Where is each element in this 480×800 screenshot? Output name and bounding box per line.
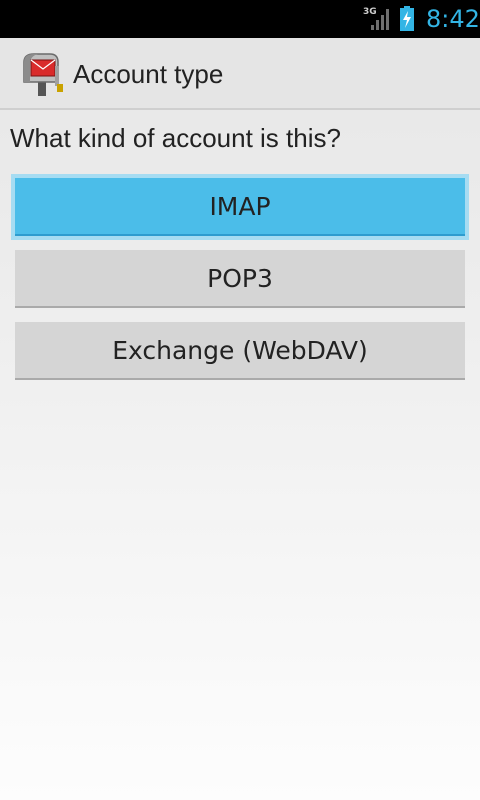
screen-title: Account type	[73, 59, 224, 89]
pop3-button[interactable]: POP3	[15, 250, 465, 308]
imap-button[interactable]: IMAP	[15, 178, 465, 236]
clock: 8:42	[426, 5, 480, 33]
exchange-webdav-button[interactable]: Exchange (WebDAV)	[15, 322, 465, 380]
signal-icon	[371, 9, 389, 30]
app-icon[interactable]	[16, 48, 66, 98]
action-bar: Account type	[0, 38, 480, 110]
status-bar: 3G 8:42	[0, 0, 480, 38]
battery-charging-icon	[400, 6, 414, 31]
question-prompt: What kind of account is this?	[10, 123, 341, 153]
